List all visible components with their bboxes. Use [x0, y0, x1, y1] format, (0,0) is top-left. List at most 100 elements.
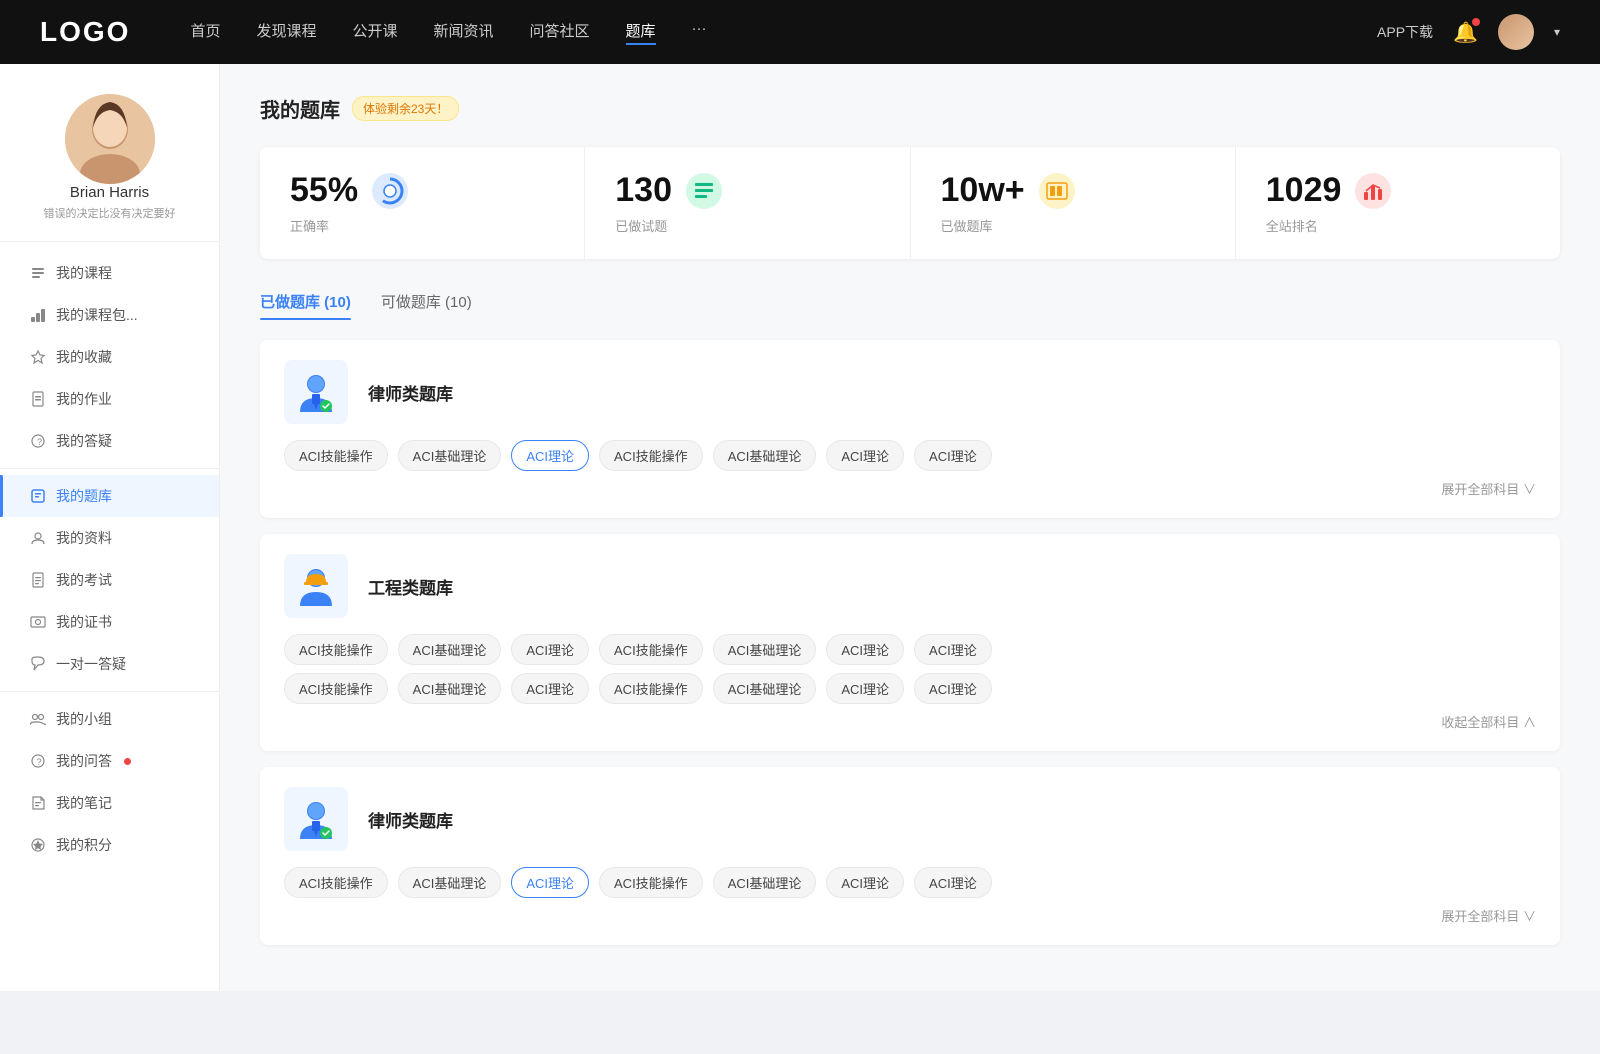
avatar[interactable]: [1498, 14, 1534, 50]
sidebar-item-label: 我的证书: [56, 612, 112, 632]
tag[interactable]: ACI技能操作: [599, 673, 703, 704]
nav-home[interactable]: 首页: [190, 20, 220, 45]
stat-label-accuracy: 正确率: [290, 216, 554, 235]
tag[interactable]: ACI基础理论: [398, 867, 502, 898]
menu-divider: [0, 468, 219, 469]
trial-badge: 体验剩余23天！: [352, 96, 459, 121]
stat-top: 55%: [290, 171, 554, 210]
tag[interactable]: ACI基础理论: [713, 634, 817, 665]
tag[interactable]: ACI理论: [914, 634, 992, 665]
sidebar-item-notes[interactable]: 我的笔记: [0, 782, 219, 824]
sidebar-item-points[interactable]: 我的积分: [0, 824, 219, 866]
sidebar-item-label: 我的问答: [56, 751, 112, 771]
tag[interactable]: ACI理论: [511, 673, 589, 704]
stat-top: 1029: [1266, 171, 1530, 210]
nav-news[interactable]: 新闻资讯: [434, 20, 494, 45]
tab-available-banks[interactable]: 可做题库 (10): [381, 283, 472, 320]
category-engineer: 工程类题库 ACI技能操作 ACI基础理论 ACI理论 ACI技能操作 ACI基…: [260, 534, 1560, 751]
nav-qa[interactable]: 问答社区: [530, 20, 590, 45]
sidebar-item-label: 我的课程: [56, 263, 112, 283]
unread-dot: [124, 758, 131, 765]
sidebar-menu: 我的课程 我的课程包... 我的收藏 我的作业: [0, 252, 219, 866]
sidebar-item-profile[interactable]: 我的资料: [0, 517, 219, 559]
tag[interactable]: ACI基础理论: [713, 440, 817, 471]
tag[interactable]: ACI基础理论: [398, 634, 502, 665]
category-header: 工程类题库: [284, 554, 1536, 618]
expand-link[interactable]: 展开全部科目 ∨: [284, 479, 1536, 498]
homework-icon: [30, 391, 46, 407]
tag[interactable]: ACI基础理论: [398, 440, 502, 471]
sidebar-avatar: [65, 94, 155, 184]
sidebar-item-quiz[interactable]: 我的题库: [0, 475, 219, 517]
notification-dot: [1472, 18, 1480, 26]
sidebar-item-question[interactable]: ? 我的问答: [0, 740, 219, 782]
tag[interactable]: ACI理论: [826, 440, 904, 471]
tag[interactable]: ACI理论: [826, 673, 904, 704]
sidebar-item-cert[interactable]: 我的证书: [0, 601, 219, 643]
sidebar-item-label: 我的课程包...: [56, 305, 138, 325]
sidebar-item-homework[interactable]: 我的作业: [0, 378, 219, 420]
sidebar-item-label: 一对一答疑: [56, 654, 126, 674]
tag[interactable]: ACI理论: [914, 867, 992, 898]
course-icon: [30, 265, 46, 281]
tag[interactable]: ACI技能操作: [599, 440, 703, 471]
sidebar-item-label: 我的积分: [56, 835, 112, 855]
page-title: 我的题库: [260, 94, 340, 123]
stat-label-done-q: 已做试题: [615, 216, 879, 235]
stat-accuracy: 55% 正确率: [260, 147, 585, 259]
tag-active[interactable]: ACI理论: [511, 867, 589, 898]
tag[interactable]: ACI技能操作: [284, 867, 388, 898]
tag[interactable]: ACI理论: [511, 634, 589, 665]
tag[interactable]: ACI基础理论: [398, 673, 502, 704]
sidebar-item-exam[interactable]: 我的考试: [0, 559, 219, 601]
tag[interactable]: ACI技能操作: [599, 634, 703, 665]
points-icon: [30, 837, 46, 853]
bank-icon: [1039, 173, 1075, 209]
tag[interactable]: ACI理论: [914, 440, 992, 471]
stat-top: 10w+: [941, 171, 1205, 210]
tag[interactable]: ACI基础理论: [713, 673, 817, 704]
sidebar-item-collect[interactable]: 我的收藏: [0, 336, 219, 378]
sidebar-item-label: 我的笔记: [56, 793, 112, 813]
category-header: 律师类题库: [284, 360, 1536, 424]
sidebar-item-group[interactable]: 我的小组: [0, 698, 219, 740]
nav-discover[interactable]: 发现课程: [256, 20, 316, 45]
nav-public[interactable]: 公开课: [352, 20, 397, 45]
nav-quiz[interactable]: 题库: [626, 20, 656, 45]
stat-label-done-b: 已做题库: [941, 216, 1205, 235]
navbar-logo[interactable]: LOGO: [40, 16, 130, 48]
app-download-link[interactable]: APP下载: [1377, 22, 1433, 42]
tag[interactable]: ACI理论: [826, 867, 904, 898]
tag-active[interactable]: ACI理论: [511, 440, 589, 471]
question-icon: ?: [30, 753, 46, 769]
ranking-icon: [1355, 173, 1391, 209]
sidebar-item-my-course[interactable]: 我的课程: [0, 252, 219, 294]
tag[interactable]: ACI技能操作: [284, 673, 388, 704]
tag[interactable]: ACI技能操作: [284, 440, 388, 471]
tag[interactable]: ACI技能操作: [599, 867, 703, 898]
expand-link[interactable]: 展开全部科目 ∨: [284, 906, 1536, 925]
sidebar-username: Brian Harris: [70, 184, 149, 201]
tag[interactable]: ACI基础理论: [713, 867, 817, 898]
sidebar-item-label: 我的作业: [56, 389, 112, 409]
tab-done-banks[interactable]: 已做题库 (10): [260, 283, 351, 320]
sidebar-item-label: 我的考试: [56, 570, 112, 590]
svg-text:?: ?: [37, 437, 42, 447]
notification-bell[interactable]: 🔔: [1453, 20, 1478, 45]
sidebar-item-one-on-one[interactable]: 一对一答疑: [0, 643, 219, 685]
navbar: LOGO 首页 发现课程 公开课 新闻资讯 问答社区 题库 ··· APP下载 …: [0, 0, 1600, 64]
sidebar-item-qa[interactable]: ? 我的答疑: [0, 420, 219, 462]
sidebar-item-course-pack[interactable]: 我的课程包...: [0, 294, 219, 336]
navbar-right: APP下载 🔔 ▾: [1377, 14, 1560, 50]
collapse-link[interactable]: 收起全部科目 ∧: [284, 712, 1536, 731]
cert-icon: [30, 614, 46, 630]
tag[interactable]: ACI理论: [914, 673, 992, 704]
nav-more[interactable]: ···: [692, 20, 707, 45]
sidebar-item-label: 我的收藏: [56, 347, 112, 367]
tags-row: ACI技能操作 ACI基础理论 ACI理论 ACI技能操作 ACI基础理论 AC…: [284, 867, 1536, 898]
tag[interactable]: ACI理论: [826, 634, 904, 665]
stat-label-rank: 全站排名: [1266, 216, 1530, 235]
stats-row: 55% 正确率 130: [260, 147, 1560, 259]
user-dropdown-chevron[interactable]: ▾: [1554, 25, 1560, 39]
tag[interactable]: ACI技能操作: [284, 634, 388, 665]
